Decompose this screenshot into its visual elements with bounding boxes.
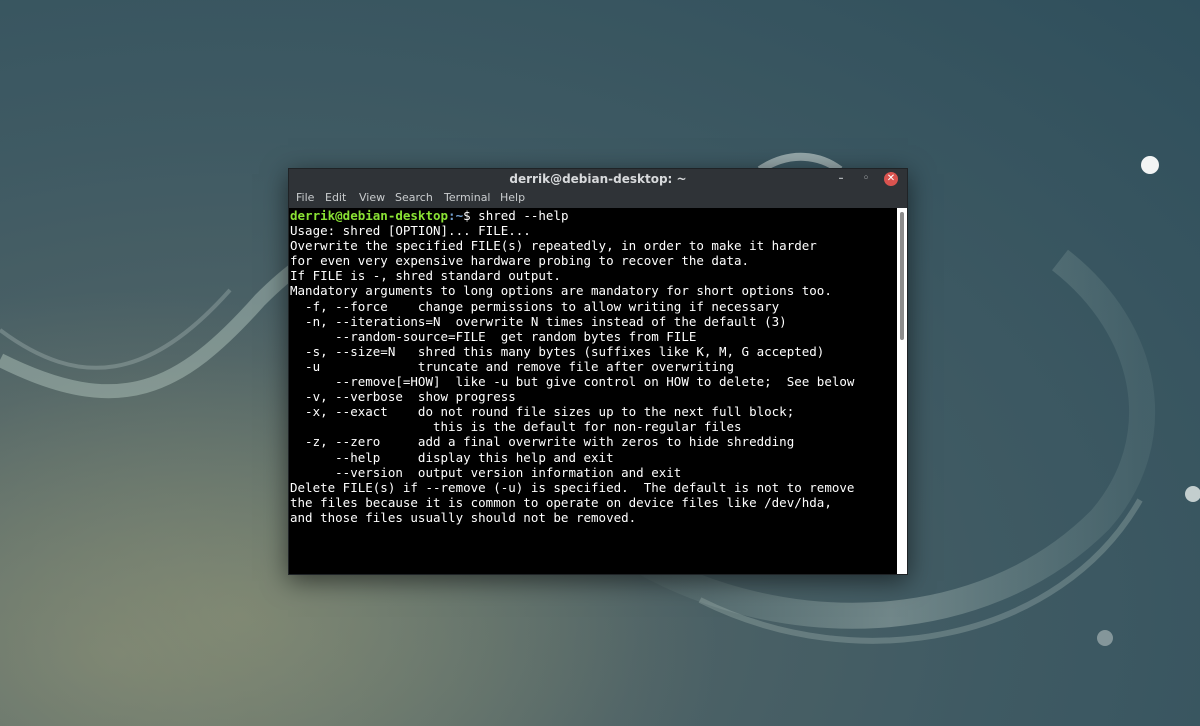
- output-line: -n, --iterations=N overwrite N times ins…: [290, 313, 787, 329]
- output-line: the files because it is common to operat…: [290, 494, 832, 510]
- minimize-button[interactable]: –: [834, 172, 848, 186]
- close-button[interactable]: ✕: [884, 172, 898, 186]
- output-line: -s, --size=N shred this many bytes (suff…: [290, 343, 825, 359]
- output-line: Usage: shred [OPTION]... FILE...: [290, 223, 531, 239]
- output-line: -u truncate and remove file after overwr…: [290, 358, 735, 374]
- menu-search[interactable]: Search: [395, 191, 433, 204]
- menu-edit[interactable]: Edit: [325, 191, 346, 204]
- menu-bar: File Edit View Search Terminal Help: [289, 189, 907, 208]
- prompt-user-host: derrik@debian-desktop: [290, 208, 449, 223]
- output-line: -v, --verbose show progress: [290, 389, 516, 405]
- command-text: shred --help: [478, 208, 569, 223]
- output-line: Overwrite the specified FILE(s) repeated…: [290, 238, 817, 254]
- prompt-symbol: $: [463, 208, 479, 223]
- output-line: If FILE is -, shred standard output.: [290, 268, 561, 284]
- output-line: -f, --force change permissions to allow …: [290, 298, 780, 314]
- maximize-button[interactable]: ◦: [859, 172, 873, 186]
- title-bar[interactable]: derrik@debian-desktop: ~ – ◦ ✕: [289, 169, 907, 189]
- menu-help[interactable]: Help: [500, 191, 525, 204]
- output-line: -x, --exact do not round file sizes up t…: [290, 404, 795, 420]
- output-line: Mandatory arguments to long options are …: [290, 283, 832, 299]
- scrollbar-thumb[interactable]: [900, 212, 904, 340]
- output-line: for even very expensive hardware probing…: [290, 253, 750, 269]
- menu-view[interactable]: View: [359, 191, 385, 204]
- terminal-window[interactable]: derrik@debian-desktop: ~ – ◦ ✕ File Edit…: [288, 168, 908, 575]
- terminal-output[interactable]: derrik@debian-desktop:~$ shred --help Us…: [289, 208, 897, 574]
- window-title: derrik@debian-desktop: ~: [509, 172, 687, 186]
- output-line: --version output version information and…: [290, 464, 682, 480]
- output-line: Delete FILE(s) if --remove (-u) is speci…: [290, 479, 855, 495]
- menu-terminal[interactable]: Terminal: [444, 191, 491, 204]
- output-line: -z, --zero add a final overwrite with ze…: [290, 434, 795, 450]
- prompt-path: :~: [448, 208, 464, 223]
- output-line: --random-source=FILE get random bytes fr…: [290, 328, 697, 344]
- output-line: --remove[=HOW] like -u but give control …: [290, 374, 855, 390]
- output-line: --help display this help and exit: [290, 449, 614, 465]
- output-line: this is the default for non-regular file…: [290, 419, 742, 435]
- output-line: and those files usually should not be re…: [290, 509, 637, 525]
- menu-file[interactable]: File: [296, 191, 314, 204]
- scrollbar[interactable]: [897, 208, 907, 574]
